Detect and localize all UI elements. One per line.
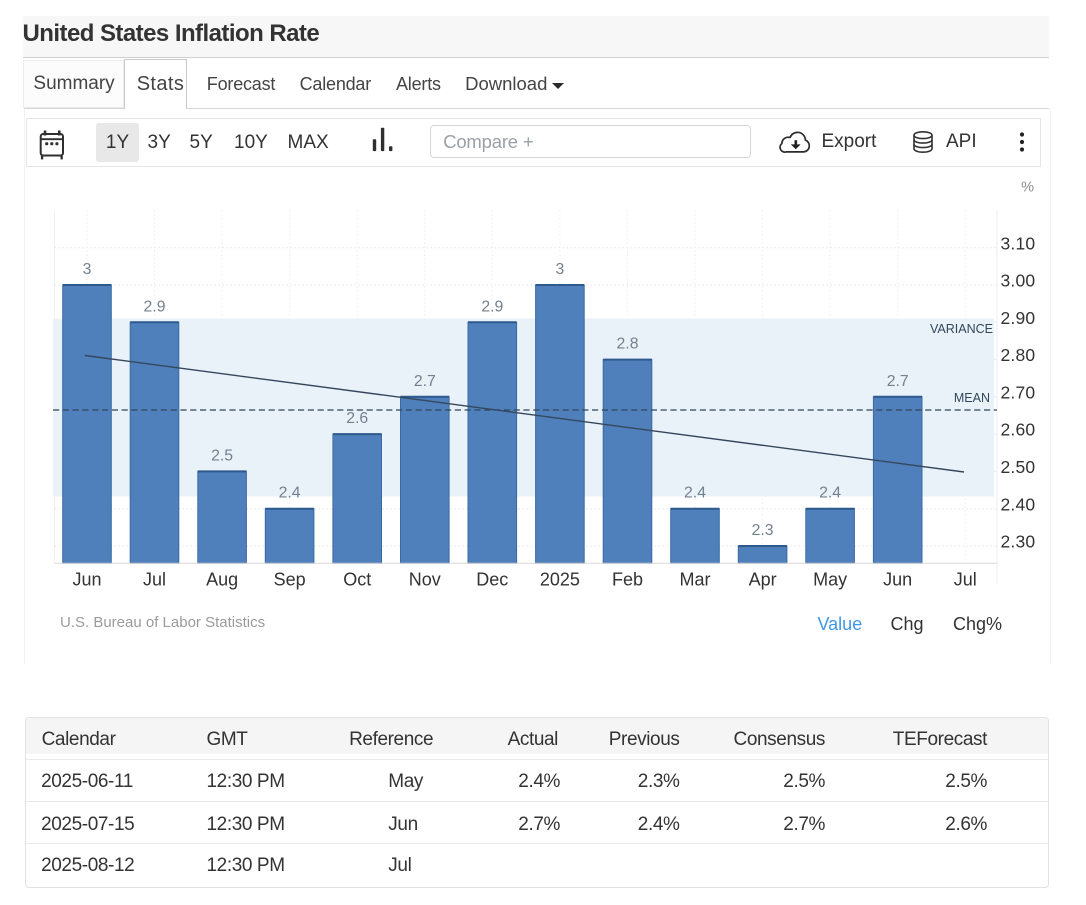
svg-text:2.3: 2.3 <box>752 522 774 539</box>
svg-text:2.4: 2.4 <box>819 485 841 502</box>
svg-text:%: % <box>1021 180 1034 196</box>
svg-text:2025: 2025 <box>540 570 580 590</box>
svg-text:2.50: 2.50 <box>1001 457 1036 477</box>
svg-text:2.6: 2.6 <box>346 410 368 427</box>
svg-text:Value: Value <box>818 614 863 634</box>
svg-text:2.40: 2.40 <box>1001 494 1036 514</box>
svg-text:Aug: Aug <box>206 570 238 590</box>
svg-text:Nov: Nov <box>409 570 441 590</box>
svg-text:2.9: 2.9 <box>144 298 166 315</box>
svg-text:Jul: Jul <box>954 570 977 590</box>
svg-text:2.60: 2.60 <box>1001 420 1036 440</box>
svg-text:2.5: 2.5 <box>211 447 233 464</box>
svg-text:2.80: 2.80 <box>1001 345 1036 365</box>
svg-text:3: 3 <box>556 261 565 278</box>
svg-text:3.10: 3.10 <box>1001 233 1036 253</box>
svg-text:Chg%: Chg% <box>953 614 1002 634</box>
svg-text:2.9: 2.9 <box>481 298 503 315</box>
svg-text:3: 3 <box>83 261 92 278</box>
svg-text:Sep: Sep <box>274 570 306 590</box>
svg-text:2.7: 2.7 <box>887 373 909 390</box>
svg-text:Jul: Jul <box>143 570 166 590</box>
svg-text:Chg: Chg <box>891 614 924 634</box>
svg-text:Apr: Apr <box>749 570 777 590</box>
svg-text:U.S. Bureau of Labor Statistic: U.S. Bureau of Labor Statistics <box>60 614 265 631</box>
svg-text:Dec: Dec <box>476 570 508 590</box>
svg-text:MEAN: MEAN <box>954 391 990 405</box>
svg-text:2.4: 2.4 <box>684 485 706 502</box>
svg-text:Jun: Jun <box>883 570 912 590</box>
svg-text:2.8: 2.8 <box>617 336 639 353</box>
svg-text:Oct: Oct <box>343 570 371 590</box>
svg-text:2.70: 2.70 <box>1001 382 1036 402</box>
svg-text:2.4: 2.4 <box>279 485 301 502</box>
svg-text:Jun: Jun <box>72 570 101 590</box>
svg-text:2.90: 2.90 <box>1001 308 1036 328</box>
svg-text:2.30: 2.30 <box>1001 532 1036 552</box>
svg-text:VARIANCE: VARIANCE <box>930 322 993 336</box>
svg-text:3.00: 3.00 <box>1001 271 1036 291</box>
svg-text:May: May <box>813 570 847 590</box>
svg-text:Mar: Mar <box>680 570 711 590</box>
svg-text:Feb: Feb <box>612 570 643 590</box>
svg-text:2.7: 2.7 <box>414 373 436 390</box>
